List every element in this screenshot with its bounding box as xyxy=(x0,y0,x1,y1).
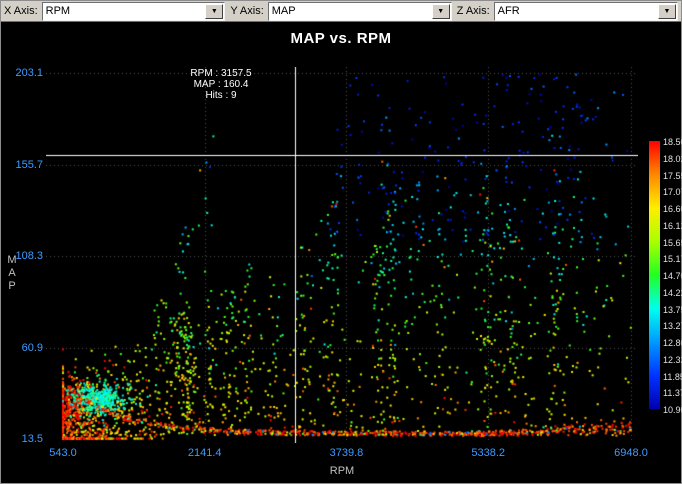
tooltip-rpm-line: RPM : 3157.5 xyxy=(151,68,291,79)
y-axis-group: Y Axis: MAP ▼ xyxy=(230,2,451,21)
afr-scale-value: 16.60 xyxy=(663,204,682,214)
afr-scale-value: 17.55 xyxy=(663,171,682,181)
chart-title: MAP vs. RPM xyxy=(1,30,681,47)
x-tick-label: 5338.2 xyxy=(453,447,523,459)
z-axis-select[interactable]: AFR ▼ xyxy=(494,2,678,21)
scatter-plot-window: X Axis: RPM ▼ Y Axis: MAP ▼ Z Axis: AFR … xyxy=(0,0,682,484)
afr-scale-value: 13.75 xyxy=(663,305,682,315)
x-axis-dropdown-arrow-icon[interactable]: ▼ xyxy=(205,4,223,19)
afr-scale-value: 17.07 xyxy=(663,187,682,197)
x-tick-label: 2141.4 xyxy=(170,447,240,459)
afr-scale-value: 11.85 xyxy=(663,372,682,382)
z-axis-label: Z Axis: xyxy=(457,5,490,17)
afr-scale-value: 12.80 xyxy=(663,338,682,348)
afr-scale-value: 18.50 xyxy=(663,137,682,147)
afr-scale-value: 13.27 xyxy=(663,321,682,331)
y-tick-label: 13.5 xyxy=(3,433,43,445)
z-axis-dropdown-arrow-icon[interactable]: ▼ xyxy=(658,4,676,19)
z-axis-value: AFR xyxy=(495,3,657,20)
y-axis-dropdown-arrow-icon[interactable]: ▼ xyxy=(432,4,450,19)
afr-scale-value: 10.90 xyxy=(663,405,682,415)
afr-scale-value: 11.37 xyxy=(663,388,682,398)
z-axis-group: Z Axis: AFR ▼ xyxy=(457,2,678,21)
y-axis-label: Y Axis: xyxy=(230,5,263,17)
x-tick-label: 3739.8 xyxy=(311,447,381,459)
x-tick-label: 6948.0 xyxy=(596,447,666,459)
y-axis-select[interactable]: MAP ▼ xyxy=(268,2,452,21)
y-axis-value: MAP xyxy=(269,3,431,20)
x-axis-title: RPM xyxy=(307,465,377,477)
y-tick-label: 203.1 xyxy=(3,67,43,79)
x-axis-value: RPM xyxy=(43,3,205,20)
afr-scale-value: 14.70 xyxy=(663,271,682,281)
afr-scale-value: 15.65 xyxy=(663,238,682,248)
scatter-plot-canvas[interactable] xyxy=(46,67,638,443)
y-tick-label: 60.9 xyxy=(3,342,43,354)
x-axis-group: X Axis: RPM ▼ xyxy=(4,2,225,21)
y-tick-label: 155.7 xyxy=(3,159,43,171)
afr-scale-value: 16.12 xyxy=(663,221,682,231)
y-tick-label: 108.3 xyxy=(3,250,43,262)
afr-color-scale-bar xyxy=(649,141,660,409)
tooltip-hits-line: Hits : 9 xyxy=(151,90,291,101)
tooltip-map-line: MAP : 160.4 xyxy=(151,79,291,90)
x-tick-label: 543.0 xyxy=(28,447,98,459)
x-axis-select[interactable]: RPM ▼ xyxy=(42,2,226,21)
axis-toolbar: X Axis: RPM ▼ Y Axis: MAP ▼ Z Axis: AFR … xyxy=(1,1,681,22)
x-axis-label: X Axis: xyxy=(4,5,38,17)
afr-scale-value: 15.17 xyxy=(663,254,682,264)
afr-scale-value: 18.02 xyxy=(663,154,682,164)
plot-panel: MAP vs. RPM MAP RPM : 3157.5 MAP : 160.4… xyxy=(1,22,681,483)
afr-scale-value: 12.32 xyxy=(663,355,682,365)
crosshair-tooltip: RPM : 3157.5 MAP : 160.4 Hits : 9 xyxy=(151,68,291,101)
afr-scale-value: 14.22 xyxy=(663,288,682,298)
